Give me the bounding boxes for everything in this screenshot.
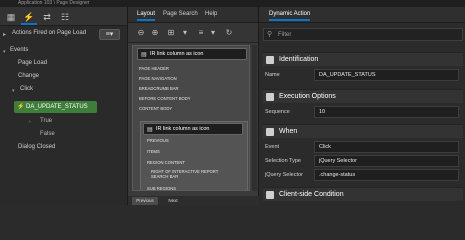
position-page-navigation[interactable]: PAGE NAVIGATION bbox=[139, 76, 177, 81]
position-region-content[interactable]: REGION CONTENT bbox=[147, 160, 185, 165]
tab-dynamic-actions[interactable]: ⚡ bbox=[21, 9, 37, 25]
jquery-selector-label: jQuery Selector bbox=[265, 172, 303, 178]
section-title: Client-side Condition bbox=[279, 191, 344, 198]
event-select[interactable]: Click bbox=[314, 141, 459, 153]
tab-processing[interactable]: ⇄ bbox=[39, 9, 55, 25]
top-bar: Application 103 \ Page Designer bbox=[0, 0, 465, 7]
previous-button[interactable]: Previous bbox=[132, 197, 158, 205]
collapse-icon bbox=[266, 56, 274, 64]
tree-item-dialog-closed[interactable]: Dialog Closed bbox=[18, 144, 55, 150]
tab-layout[interactable]: Layout bbox=[137, 11, 156, 21]
jquery-selector-field[interactable]: .change-status bbox=[314, 169, 459, 181]
selection-type-select[interactable]: jQuery Selector bbox=[314, 155, 459, 167]
chevron-down-icon[interactable]: ▾ bbox=[208, 28, 218, 38]
zoom-out-icon[interactable]: ⊖ bbox=[136, 28, 146, 38]
tree-item-click[interactable]: Click bbox=[20, 86, 33, 92]
tab-dynamic-action[interactable]: Dynamic Action bbox=[269, 11, 311, 21]
section-execution-options[interactable]: Execution Options bbox=[263, 89, 463, 103]
tree-item-actions-on-page-load[interactable]: Actions Fired on Page Load bbox=[12, 30, 86, 36]
region-icon: ▤ bbox=[147, 127, 153, 133]
tree-item-true[interactable]: True bbox=[40, 118, 52, 124]
section-title: When bbox=[279, 128, 298, 135]
prop-row-jquery-selector: jQuery Selector .change-status bbox=[263, 169, 463, 182]
chevron-right-icon[interactable]: › bbox=[29, 119, 31, 125]
layout-bottom-bar: Previous Next bbox=[128, 196, 259, 205]
chevron-down-icon[interactable]: ▾ bbox=[3, 49, 6, 55]
position-right-of-ir-search-bar[interactable]: RIGHT OF INTERACTIVE REPORT SEARCH BAR bbox=[151, 169, 226, 179]
gallery-scrollbar[interactable] bbox=[252, 45, 257, 191]
filter-placeholder: Filter bbox=[278, 32, 292, 38]
collapse-icon bbox=[266, 93, 274, 101]
list-icon[interactable]: ≡ bbox=[196, 28, 206, 38]
grid-icon[interactable]: ⊞ bbox=[166, 28, 176, 38]
chevron-down-icon[interactable]: ▾ bbox=[180, 28, 190, 38]
sequence-label: Sequence bbox=[265, 109, 290, 115]
tree-menu-button[interactable]: ≡▾ bbox=[99, 29, 120, 40]
tab-rendering[interactable]: ▦ bbox=[3, 9, 19, 25]
section-when[interactable]: When bbox=[263, 124, 463, 138]
tree-item-events[interactable]: Events bbox=[10, 47, 28, 53]
search-icon: ⚲ bbox=[267, 31, 273, 38]
property-editor: Dynamic Action ⚲ Filter Identification N… bbox=[259, 7, 465, 205]
layout-canvas[interactable]: ▤ IR link column as icon PAGE HEADER PAG… bbox=[132, 45, 250, 191]
middle-panel-tabs: Layout Page Search Help bbox=[128, 7, 258, 23]
position-sub-regions[interactable]: SUB REGIONS bbox=[147, 186, 176, 190]
refresh-icon[interactable]: ↻ bbox=[224, 28, 234, 38]
region-ir-link-column[interactable]: ▤ IR link column as icon bbox=[137, 48, 247, 60]
chevron-right-icon[interactable]: ▸ bbox=[3, 31, 6, 38]
property-editor-tabs: Dynamic Action bbox=[259, 7, 465, 23]
dynamic-action-icon: ⚡ bbox=[17, 104, 25, 110]
position-previous[interactable]: PREVIOUS bbox=[147, 138, 169, 143]
section-title: Execution Options bbox=[279, 93, 336, 100]
collapse-icon bbox=[266, 128, 274, 136]
name-field[interactable]: DA_UPDATE_STATUS bbox=[314, 69, 459, 81]
section-client-side-condition[interactable]: Client-side Condition bbox=[263, 187, 463, 201]
zoom-in-icon[interactable]: ⊕ bbox=[150, 28, 160, 38]
sequence-field[interactable]: 10 bbox=[314, 106, 459, 118]
tab-help[interactable]: Help bbox=[205, 11, 217, 17]
rendering-panel: ▦ ⚡ ⇄ ☷ ▸ Actions Fired on Page Load ≡▾ … bbox=[0, 7, 128, 205]
position-before-content-body[interactable]: BEFORE CONTENT BODY bbox=[139, 96, 191, 101]
content-body-region[interactable]: ▤ IR link column as icon PREVIOUS ITEMS … bbox=[140, 121, 248, 190]
left-panel-tabs: ▦ ⚡ ⇄ ☷ bbox=[0, 7, 127, 26]
region-title: IR link column as icon bbox=[150, 51, 204, 57]
prop-row-selection-type: Selection Type jQuery Selector bbox=[263, 155, 463, 168]
tree-item-false[interactable]: False bbox=[40, 131, 55, 137]
layout-toolbar: ⊖ ⊕ ⊞ ▾ ≡ ▾ ↻ bbox=[128, 23, 258, 43]
tree-item-page-load[interactable]: Page Load bbox=[18, 60, 47, 66]
left-toolbar: ▸ Actions Fired on Page Load ≡▾ bbox=[0, 26, 127, 43]
breadcrumb: Application 103 \ Page Designer bbox=[18, 0, 90, 6]
prop-row-name: Name DA_UPDATE_STATUS bbox=[263, 69, 463, 82]
name-label: Name bbox=[265, 72, 280, 78]
next-button[interactable]: Next bbox=[162, 197, 184, 205]
filter-input[interactable]: ⚲ Filter bbox=[263, 28, 463, 41]
prop-row-sequence: Sequence 10 bbox=[263, 106, 463, 119]
position-content-body[interactable]: CONTENT BODY bbox=[139, 106, 172, 111]
section-title: Identification bbox=[279, 56, 319, 63]
region-icon: ▤ bbox=[141, 52, 147, 58]
event-label: Event bbox=[265, 144, 280, 150]
tab-page-search[interactable]: Page Search bbox=[163, 11, 198, 17]
collapse-icon bbox=[266, 191, 274, 199]
section-identification[interactable]: Identification bbox=[263, 52, 463, 66]
position-page-header[interactable]: PAGE HEADER bbox=[139, 66, 169, 71]
position-breadcrumb-bar[interactable]: BREADCRUMB BAR bbox=[139, 86, 179, 91]
layout-panel: Layout Page Search Help ⊖ ⊕ ⊞ ▾ ≡ ▾ ↻ ▤ … bbox=[128, 7, 259, 205]
region-ir-link-column-inner[interactable]: ▤ IR link column as icon bbox=[143, 123, 243, 135]
selected-node-label: DA_UPDATE_STATUS bbox=[26, 104, 88, 110]
region-title: IR link column as icon bbox=[156, 126, 210, 132]
tree-item-change[interactable]: Change bbox=[18, 73, 39, 79]
prop-row-event: Event Click bbox=[263, 141, 463, 154]
tree-item-da-update-status[interactable]: ⚡ DA_UPDATE_STATUS bbox=[14, 101, 97, 113]
position-items[interactable]: ITEMS bbox=[147, 149, 160, 154]
selection-type-label: Selection Type bbox=[265, 158, 301, 164]
tab-shared-components[interactable]: ☷ bbox=[57, 9, 73, 25]
chevron-down-icon[interactable]: ▾ bbox=[12, 88, 15, 94]
